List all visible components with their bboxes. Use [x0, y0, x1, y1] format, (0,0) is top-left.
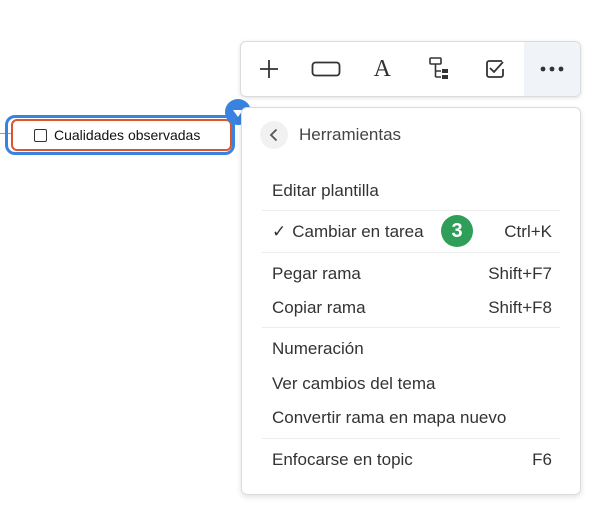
menu-item-label: Enfocarse en topic [272, 450, 413, 469]
menu-item-focus-topic[interactable]: Enfocarse en topic F6 [272, 448, 552, 472]
menu-item-toggle-task[interactable]: ✓ Cambiar en tarea Ctrl+K [272, 220, 552, 244]
menu-item-shortcut: F6 [532, 450, 552, 469]
menu-item-label: Numeración [272, 339, 364, 358]
menu-item-copy-branch[interactable]: Copiar rama Shift+F8 [272, 296, 552, 320]
chevron-left-icon [269, 128, 278, 142]
add-topic-button[interactable] [241, 42, 298, 96]
menu-header: Herramientas [260, 121, 401, 149]
menu-divider [262, 210, 560, 211]
tools-menu: Herramientas Editar plantilla ✓ Cambiar … [241, 107, 581, 495]
menu-title: Herramientas [299, 125, 402, 144]
structure-icon [428, 57, 448, 79]
more-icon [540, 66, 564, 72]
node-toolbar: A [240, 41, 581, 97]
text-icon: A [373, 55, 391, 82]
menu-item-label: Ver cambios del tema [272, 374, 436, 393]
menu-item-label: Convertir rama en mapa nuevo [272, 408, 507, 427]
menu-divider [262, 327, 560, 328]
shape-button[interactable] [298, 42, 355, 96]
task-checkbox-icon [486, 60, 505, 78]
menu-item-edit-template[interactable]: Editar plantilla [272, 179, 552, 203]
menu-item-numbering[interactable]: Numeración [272, 337, 552, 361]
topic-node-label: Cualidades observadas [54, 127, 201, 143]
step-badge: 3 [441, 215, 473, 247]
structure-button[interactable] [411, 42, 468, 96]
menu-item-theme-changes[interactable]: Ver cambios del tema [272, 372, 552, 396]
text-style-button[interactable]: A [354, 42, 411, 96]
checkmark-icon: ✓ [272, 222, 287, 241]
add-icon [260, 60, 279, 78]
back-button[interactable] [260, 121, 288, 149]
menu-item-shortcut: Shift+F7 [488, 264, 552, 283]
menu-item-label: Editar plantilla [272, 181, 379, 200]
menu-divider [262, 438, 560, 439]
task-checkbox[interactable] [34, 128, 47, 142]
task-button[interactable] [467, 42, 524, 96]
menu-divider [262, 252, 560, 253]
more-button[interactable] [523, 42, 580, 96]
menu-item-shortcut: Shift+F8 [488, 298, 552, 317]
menu-item-paste-branch[interactable]: Pegar rama Shift+F7 [272, 262, 552, 286]
menu-item-label: Copiar rama [272, 298, 366, 317]
menu-item-label: Cambiar en tarea [292, 222, 424, 241]
menu-item-convert-branch[interactable]: Convertir rama en mapa nuevo [272, 406, 552, 430]
shape-icon [311, 61, 341, 77]
menu-item-shortcut: Ctrl+K [504, 222, 552, 241]
menu-item-label: Pegar rama [272, 264, 361, 283]
topic-node[interactable]: Cualidades observadas [11, 119, 232, 151]
